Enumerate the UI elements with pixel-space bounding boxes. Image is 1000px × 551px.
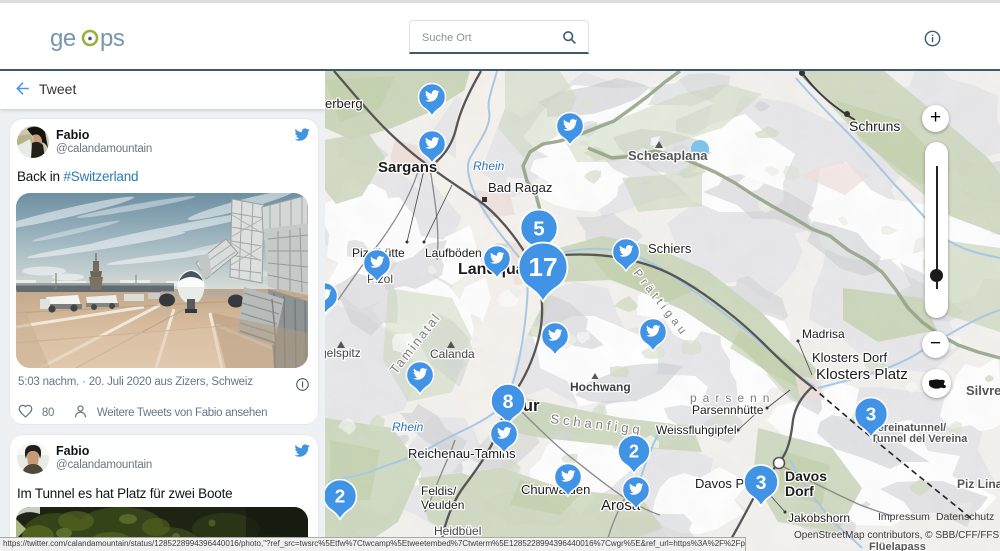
svg-text:Davos Pl: Davos Pl (695, 476, 747, 491)
svg-text:Madrisa: Madrisa (802, 327, 845, 341)
svg-text:erberg: erberg (325, 96, 363, 111)
svg-text:Davos: Davos (785, 468, 827, 484)
svg-text:Feldis/: Feldis/ (421, 484, 457, 498)
svg-text:ge: ge (50, 27, 76, 52)
svg-text:Veulden: Veulden (421, 498, 464, 512)
svg-text:Klosters Platz: Klosters Platz (816, 366, 908, 383)
svg-text:Rhein: Rhein (392, 420, 424, 434)
svg-text:2: 2 (335, 487, 346, 508)
svg-text:3: 3 (756, 472, 767, 494)
svg-text:17: 17 (528, 252, 557, 282)
svg-text:Sargans: Sargans (378, 159, 437, 176)
svg-text:Schruns: Schruns (849, 118, 900, 134)
svg-text:2: 2 (629, 440, 639, 461)
svg-text:Schesaplana: Schesaplana (628, 148, 708, 163)
svg-text:Piz Linard: Piz Linard (957, 477, 1000, 491)
svg-text:3: 3 (866, 405, 877, 426)
svg-text:Weissfluhgipfel: Weissfluhgipfel (656, 423, 736, 437)
svg-text:Rhein: Rhein (473, 159, 505, 173)
svg-text:Klosters Dorf: Klosters Dorf (812, 350, 888, 365)
svg-text:Hochwang: Hochwang (570, 380, 631, 394)
svg-text:8: 8 (503, 391, 514, 413)
svg-text:Heidbüel: Heidbüel (434, 524, 481, 538)
svg-text:ps: ps (100, 27, 125, 52)
svg-text:Silvretta: Silvretta (966, 383, 1000, 398)
svg-text:Dorf: Dorf (785, 483, 814, 499)
svg-text:Flüelapass: Flüelapass (869, 541, 926, 551)
svg-text:Tunnel del Vereina: Tunnel del Vereina (871, 433, 968, 445)
svg-text:5: 5 (533, 218, 544, 241)
svg-text:Schiers: Schiers (648, 241, 692, 256)
svg-text:Parsennhütte: Parsennhütte (692, 403, 764, 417)
svg-text:Jakobshorn: Jakobshorn (788, 511, 850, 525)
svg-text:Calanda: Calanda (430, 347, 475, 361)
svg-text:gelspitz: gelspitz (325, 346, 361, 360)
svg-text:Bad Ragaz: Bad Ragaz (488, 180, 552, 195)
svg-text:Laufböden: Laufböden (425, 246, 482, 260)
